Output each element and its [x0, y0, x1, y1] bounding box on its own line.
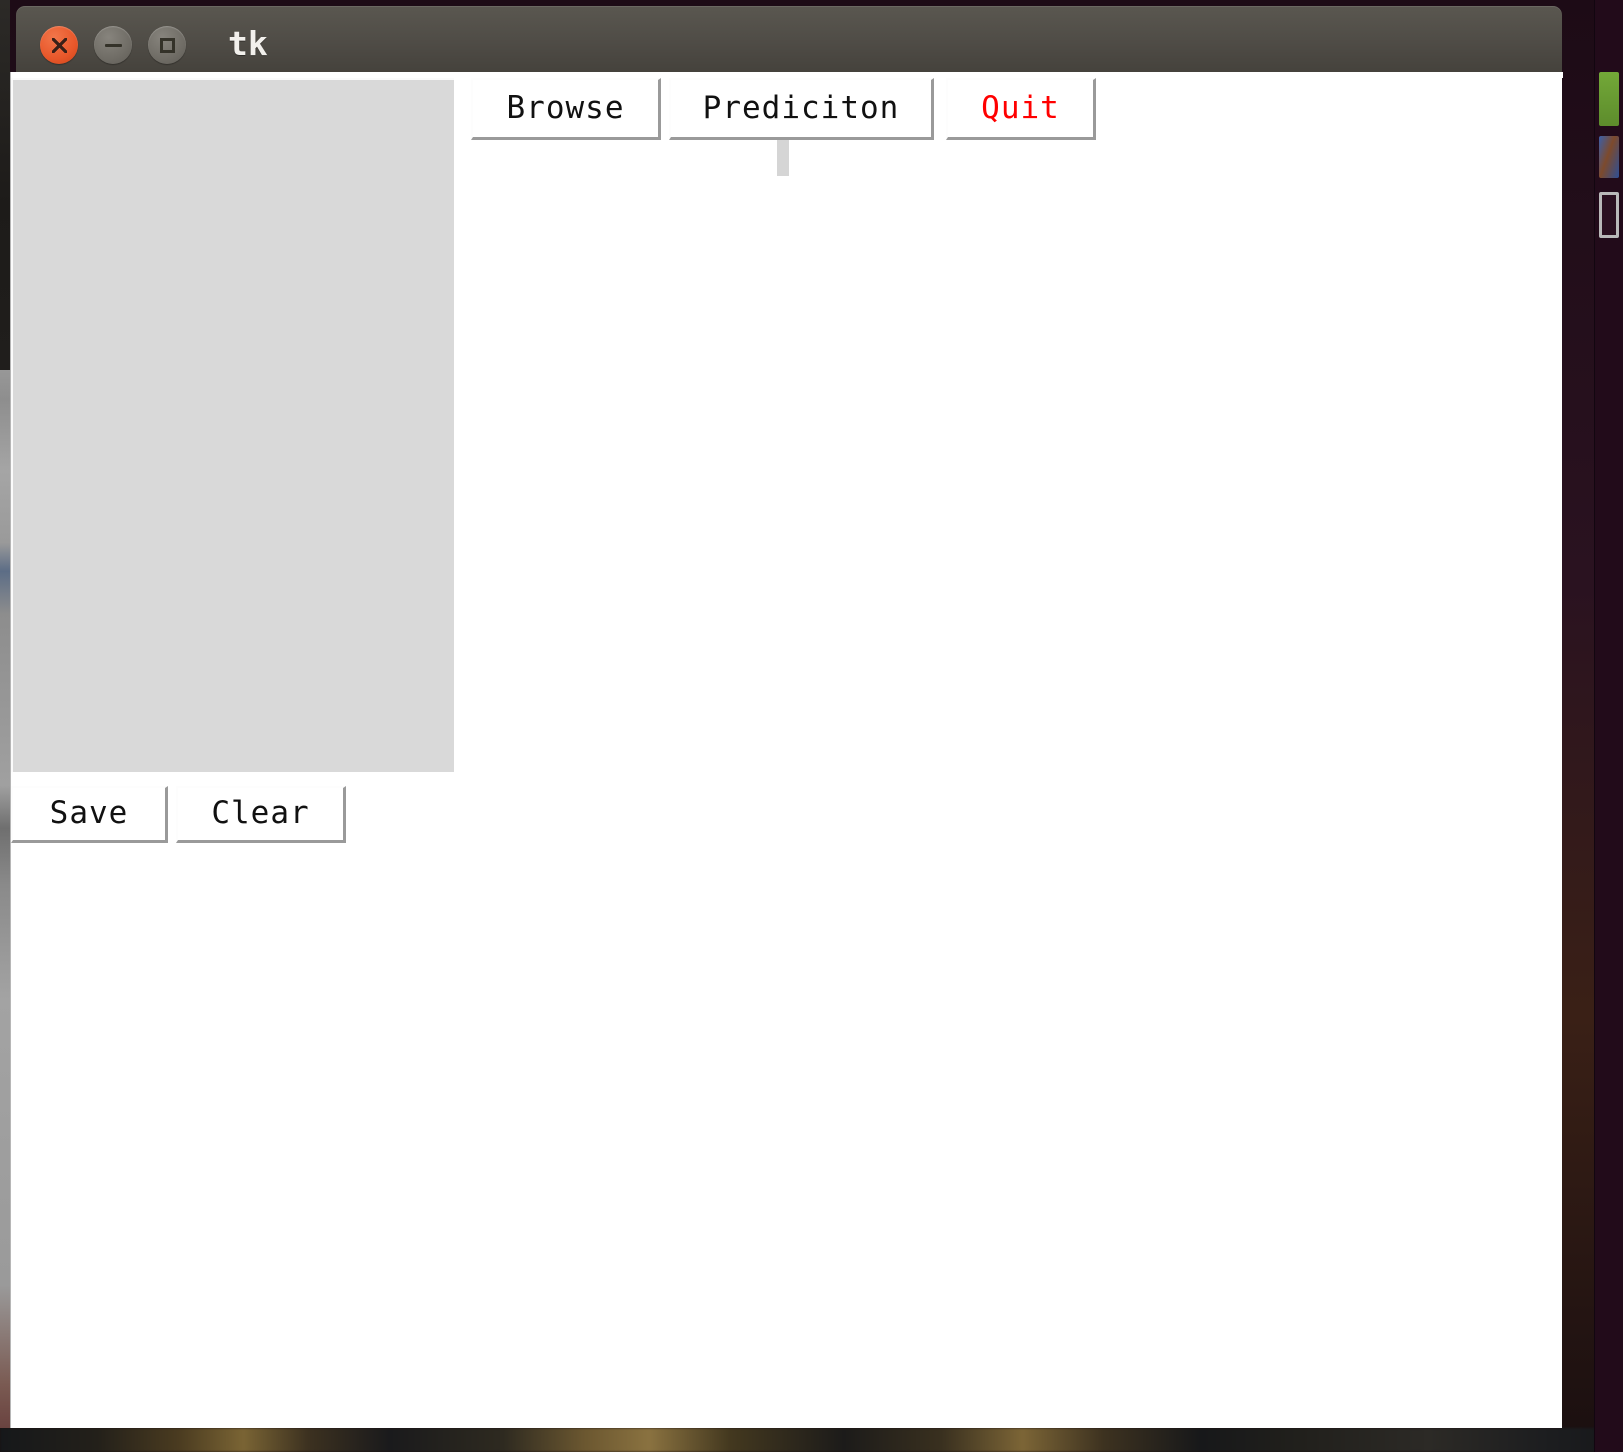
blue-app-icon[interactable]: [1599, 136, 1619, 178]
desktop-background: tk Browse Prediciton Quit Save Clear: [0, 0, 1623, 1452]
window-maximize-button[interactable]: [148, 26, 186, 64]
window-client-area: Browse Prediciton Quit Save Clear: [10, 72, 1563, 1428]
window-minimize-button[interactable]: [94, 26, 132, 64]
browse-button[interactable]: Browse: [471, 78, 661, 140]
save-button[interactable]: Save: [11, 786, 168, 843]
unity-launcher[interactable]: [1594, 0, 1623, 1452]
green-app-icon[interactable]: [1599, 72, 1619, 126]
prediction-button[interactable]: Prediciton: [669, 78, 934, 140]
left-edge-dark-strip: [0, 0, 10, 370]
window-close-button[interactable]: [40, 26, 78, 64]
window-titlebar[interactable]: tk: [16, 6, 1562, 72]
desktop-wallpaper-strip: [0, 1428, 1623, 1452]
window-title: tk: [228, 24, 268, 63]
panel-resize-nub: [777, 140, 789, 176]
bordered-square-icon[interactable]: [1599, 192, 1619, 238]
minimize-icon: [105, 44, 122, 47]
drawing-canvas-panel[interactable]: [11, 78, 454, 772]
clear-button[interactable]: Clear: [176, 786, 346, 843]
tk-application-window: tk Browse Prediciton Quit Save Clear: [10, 6, 1563, 1428]
quit-button[interactable]: Quit: [946, 78, 1096, 140]
close-icon: [52, 38, 67, 53]
maximize-icon: [160, 38, 175, 53]
